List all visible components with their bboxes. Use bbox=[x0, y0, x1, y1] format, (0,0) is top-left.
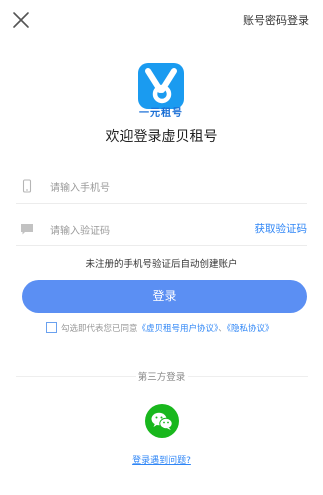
wechat-login-button[interactable] bbox=[145, 404, 179, 438]
third-party-title: 第三方登录 bbox=[137, 372, 186, 383]
agreement-checkbox[interactable] bbox=[46, 322, 57, 333]
logo-tagline: 一元租号 bbox=[139, 108, 183, 119]
wechat-icon bbox=[151, 412, 173, 430]
message-icon bbox=[20, 221, 34, 235]
password-login-link[interactable]: 账号密码登录 bbox=[243, 12, 309, 28]
login-trouble-link[interactable]: 登录遇到问题? bbox=[0, 453, 323, 466]
app-logo-icon bbox=[138, 63, 184, 109]
get-code-button[interactable]: 获取验证码 bbox=[255, 221, 308, 236]
close-icon bbox=[13, 12, 29, 28]
close-button[interactable] bbox=[10, 9, 32, 31]
user-agreement-link[interactable]: 《虚贝租号用户协议》 bbox=[138, 324, 219, 334]
register-hint: 未注册的手机号验证后自动创建账户 bbox=[85, 259, 238, 270]
welcome-title: 欢迎登录虚贝租号 bbox=[105, 129, 218, 145]
phone-icon bbox=[20, 178, 34, 193]
privacy-agreement-link[interactable]: 《隐私协议》 bbox=[227, 324, 274, 334]
code-input[interactable]: 请输入验证码 bbox=[50, 222, 110, 237]
login-button[interactable]: 登录 bbox=[22, 280, 307, 313]
phone-input[interactable]: 请输入手机号 bbox=[50, 179, 110, 194]
phone-input-underline bbox=[16, 203, 307, 204]
agreement-prefix: 勾选即代表您已同意 bbox=[61, 324, 138, 334]
code-input-underline bbox=[16, 245, 307, 246]
agreement-text: 勾选即代表您已同意《虚贝租号用户协议》、《隐私协议》 bbox=[61, 322, 274, 334]
agreement-separator: 、 bbox=[218, 324, 227, 334]
